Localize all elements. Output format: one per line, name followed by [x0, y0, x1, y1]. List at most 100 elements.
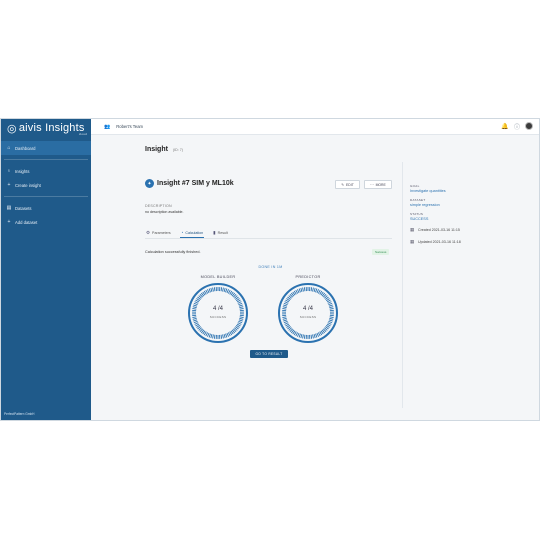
column-divider: [402, 162, 403, 408]
dial-tick: [220, 287, 223, 292]
calendar-icon: ▦: [410, 227, 415, 232]
sliders-icon: ⚙: [146, 230, 151, 235]
pencil-icon: ✎: [341, 182, 345, 187]
sidebar-item-dashboard[interactable]: ⌂ Dashboard: [1, 141, 91, 155]
sidebar-divider: [4, 159, 88, 160]
sidebar-divider: [4, 196, 88, 197]
dial-value: 4 /4: [302, 306, 313, 312]
dial-outer-ring: [188, 283, 248, 343]
dial-tick: [207, 332, 210, 337]
dial-tick: [237, 322, 242, 325]
dial-tick: [208, 333, 211, 338]
tab-label: Parameters: [152, 231, 171, 235]
tab-result[interactable]: ▮ Result: [212, 228, 229, 238]
sidebar-item-label: Create insight: [15, 182, 41, 188]
more-button[interactable]: ⋯ MORE: [364, 180, 392, 189]
dial-gauge: [278, 283, 338, 343]
team-selector[interactable]: 👥 Robert's Team: [104, 124, 143, 130]
dial-tick: [284, 301, 289, 304]
dial-tick: [213, 334, 216, 339]
plus-icon: +: [7, 219, 11, 225]
tab-label: Calculation: [185, 230, 204, 235]
page-header: Insight (ID: 7): [145, 146, 183, 153]
app-window: ◎ aivis Insights cloud ⌂ Dashboard ♁ Ins…: [0, 118, 540, 421]
dial-tick: [220, 334, 223, 339]
insight-meta: GOAL Investigate quantities DATASET simp…: [410, 179, 535, 245]
dial-tick: [303, 334, 306, 339]
calendar-icon: ▦: [410, 239, 415, 244]
sidebar-item-insights[interactable]: ♁ Insights: [1, 164, 91, 178]
tab-calculation[interactable]: ◔ Calculation: [179, 228, 205, 238]
dial-tick: [315, 288, 318, 293]
tab-parameters[interactable]: ⚙ Parameters: [145, 228, 172, 238]
sidebar-item-add-dataset[interactable]: + Add dataset: [1, 215, 91, 229]
dial-gauge: [188, 283, 248, 343]
dial-tick: [194, 301, 199, 304]
logo-subtext: cloud: [78, 132, 87, 136]
bar-chart-icon: ▮: [213, 230, 216, 235]
dial-tick: [300, 334, 303, 339]
dataset-link[interactable]: simple regression: [410, 203, 535, 207]
sidebar-item-label: Datasets: [15, 205, 32, 211]
dial-tick: [208, 288, 211, 293]
dial-tick: [303, 287, 306, 292]
dial-tick: [225, 333, 228, 338]
dial-tick: [317, 332, 321, 337]
sidebar-item-label: Add dataset: [15, 219, 38, 225]
topbar-actions: 🔔 ⓘ: [501, 122, 533, 131]
dial-tick: [312, 334, 314, 339]
dial-tick: [238, 319, 243, 322]
dial-tick: [284, 322, 289, 325]
go-to-result-button[interactable]: GO TO RESULT: [250, 350, 288, 358]
dial-tick: [238, 302, 243, 306]
database-icon: ▤: [6, 205, 12, 211]
dial-tick: [194, 322, 199, 325]
team-icon: 👥: [104, 123, 111, 130]
dial-tick: [316, 332, 319, 337]
dial-tick: [313, 334, 316, 339]
status-value: SUCCESS: [410, 217, 429, 221]
logo-mark-icon: ◎: [7, 122, 17, 135]
created-row: ▦ Created 2021-03-16 11:15: [410, 227, 535, 233]
dial-tick: [315, 333, 318, 338]
done-in-label: DONE IN 1M: [258, 265, 283, 269]
dial-status: SUCCESS: [299, 315, 317, 319]
sidebar-item-create-insight[interactable]: + Create insight: [1, 178, 91, 192]
model-builder-dial: 4 /4 SUCCESS: [187, 282, 249, 344]
updated-row: ▦ Updated 2021-03-16 11:18: [410, 239, 535, 245]
dial-tick: [210, 334, 213, 339]
dial-tick: [302, 287, 304, 292]
dial-value: 4 /4: [212, 306, 223, 312]
dial-tick: [227, 332, 231, 337]
dial-tick: [283, 302, 288, 306]
dial-tick: [317, 289, 321, 294]
app-logo[interactable]: ◎ aivis Insights cloud: [1, 119, 91, 137]
goal-link[interactable]: Investigate quantities: [410, 189, 535, 193]
bulb-icon: ♁: [7, 168, 11, 174]
team-name: Robert's Team: [116, 124, 144, 129]
page-id: (ID: 7): [172, 148, 183, 152]
dial-tick: [310, 334, 313, 339]
logo-text: aivis Insights: [18, 122, 85, 134]
calculation-status-text: Calculation successfully finished.: [145, 250, 201, 254]
edit-button[interactable]: ✎ EDIT: [335, 180, 360, 189]
insight-icon: ✦: [145, 179, 154, 188]
dial-tick: [327, 322, 332, 325]
sidebar-item-datasets[interactable]: ▤ Datasets: [1, 201, 91, 215]
dial-label-model-builder: MODEL BUILDER: [200, 275, 236, 279]
dial-outer-ring: [278, 283, 338, 343]
help-icon[interactable]: ⓘ: [513, 122, 521, 131]
status-label: STATUS: [410, 212, 424, 216]
page-title: Insight: [145, 146, 168, 153]
dial-tick: [205, 289, 209, 294]
dial-tick: [226, 332, 229, 337]
updated-text: Updated 2021-03-16 11:18: [418, 240, 461, 244]
bell-icon[interactable]: 🔔: [501, 122, 509, 130]
avatar[interactable]: [525, 122, 533, 130]
dial-tick: [222, 334, 224, 339]
dial-tick: [298, 288, 301, 293]
insight-tabs: ⚙ Parameters ◔ Calculation ▮ Result: [145, 228, 392, 239]
dial-tick: [212, 334, 214, 339]
insight-name: Insight #7 SIM y ML10k: [157, 180, 234, 187]
tab-label: Result: [217, 231, 228, 235]
